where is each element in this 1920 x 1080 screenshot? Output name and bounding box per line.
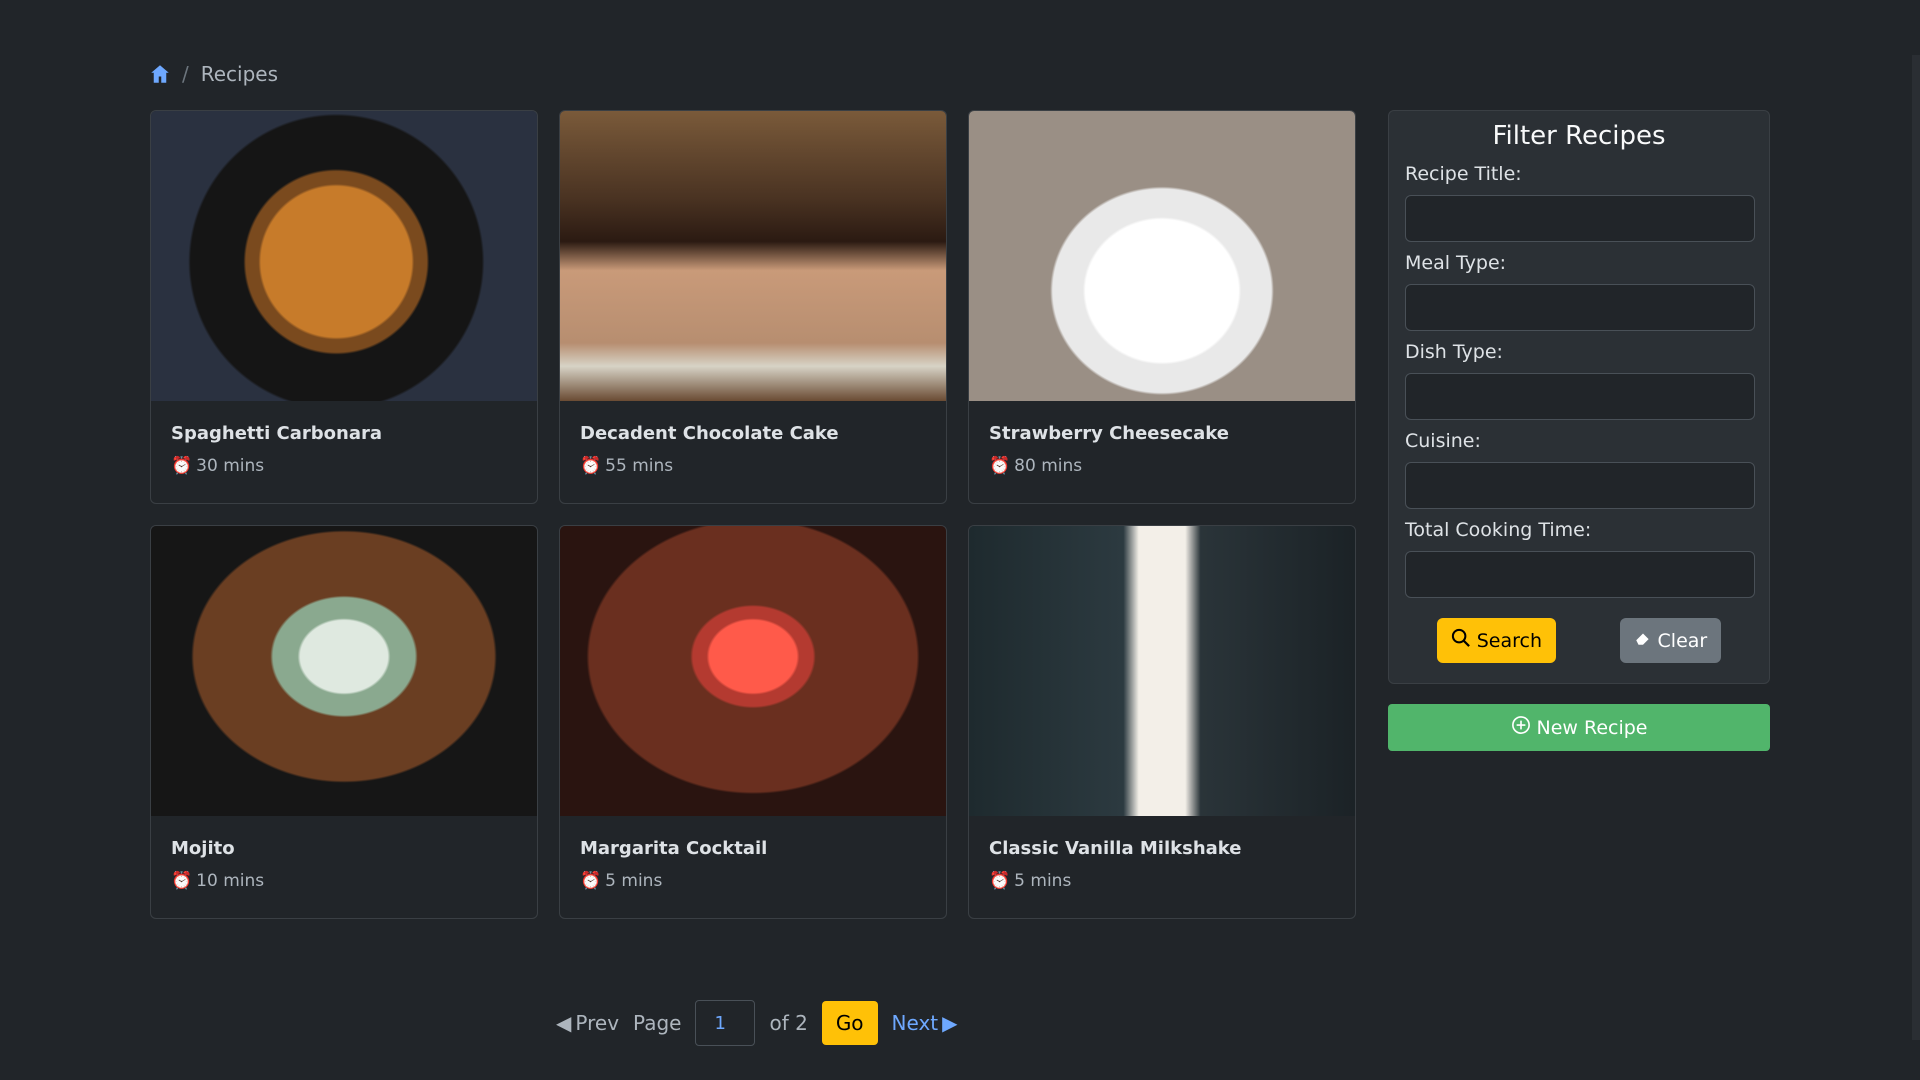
page-scrollbar[interactable] [1912,55,1920,1040]
page-label: Page [633,1011,682,1035]
next-button[interactable]: Next ▶ [892,1011,958,1035]
dish-type-input[interactable] [1405,373,1755,420]
new-recipe-button[interactable]: New Recipe [1388,704,1770,751]
page-number-input[interactable] [695,1000,756,1046]
recipe-image-spaghetti-carbonara [151,111,537,401]
recipe-title: Mojito [171,838,235,859]
page-count-label: of 2 [769,1011,808,1035]
recipe-grid: Spaghetti Carbonara ⏰ 30 mins Decadent C… [150,110,1359,919]
meal-type-label: Meal Type: [1405,252,1507,274]
alarm-clock-icon: ⏰ [171,871,193,891]
search-icon [1451,628,1471,653]
recipe-image-chocolate-cake [560,111,946,401]
cuisine-label: Cuisine: [1405,430,1481,452]
recipe-title: Strawberry Cheesecake [989,423,1229,444]
breadcrumb-separator: / [182,62,189,86]
filter-panel: Filter Recipes Recipe Title: Meal Type: … [1388,110,1770,684]
caret-right-icon: ▶ [942,1011,958,1035]
recipe-title-input[interactable] [1405,195,1755,242]
search-button-label: Search [1476,629,1543,652]
cuisine-input[interactable] [1405,462,1755,509]
eraser-icon [1634,629,1652,652]
recipe-time: ⏰ 5 mins [989,871,1335,891]
recipe-card[interactable]: Mojito ⏰ 10 mins [150,525,538,919]
recipe-card[interactable]: Strawberry Cheesecake ⏰ 80 mins [968,110,1356,504]
go-button[interactable]: Go [821,1001,878,1045]
recipe-image-vanilla-milkshake [969,526,1355,816]
recipe-time-value: 5 mins [1014,871,1072,891]
recipe-title: Decadent Chocolate Cake [580,423,839,444]
alarm-clock-icon: ⏰ [989,456,1011,476]
recipe-time-value: 10 mins [196,871,265,891]
breadcrumb: / Recipes [150,62,278,86]
alarm-clock-icon: ⏰ [580,456,602,476]
recipe-time: ⏰ 55 mins [580,456,926,476]
caret-left-icon: ◀ [556,1011,572,1035]
prev-button[interactable]: ◀ Prev [556,1011,619,1035]
filter-title: Filter Recipes [1492,121,1666,151]
recipe-title: Margarita Cocktail [580,838,768,859]
new-recipe-label: New Recipe [1536,716,1648,739]
breadcrumb-current: Recipes [200,62,279,86]
plus-circle-icon [1511,715,1531,740]
dish-type-label: Dish Type: [1405,341,1503,363]
alarm-clock-icon: ⏰ [171,456,193,476]
prev-label: Prev [575,1011,620,1035]
recipe-image-strawberry-cheesecake [969,111,1355,401]
recipe-card[interactable]: Margarita Cocktail ⏰ 5 mins [559,525,947,919]
recipe-card[interactable]: Decadent Chocolate Cake ⏰ 55 mins [559,110,947,504]
next-label: Next [891,1011,939,1035]
recipe-title: Classic Vanilla Milkshake [989,838,1242,859]
alarm-clock-icon: ⏰ [580,871,602,891]
recipe-card[interactable]: Classic Vanilla Milkshake ⏰ 5 mins [968,525,1356,919]
search-button[interactable]: Search [1436,618,1557,663]
recipe-time-value: 55 mins [605,456,674,476]
recipe-image-mojito [151,526,537,816]
clear-button[interactable]: Clear [1619,618,1722,663]
recipe-time: ⏰ 10 mins [171,871,517,891]
recipe-time: ⏰ 30 mins [171,456,517,476]
home-icon[interactable] [150,64,170,84]
total-cooking-time-input[interactable] [1405,551,1755,598]
recipe-image-margarita [560,526,946,816]
alarm-clock-icon: ⏰ [989,871,1011,891]
recipe-time: ⏰ 80 mins [989,456,1335,476]
clear-button-label: Clear [1657,629,1708,652]
total-cooking-time-label: Total Cooking Time: [1405,519,1592,541]
recipe-time-value: 5 mins [605,871,663,891]
meal-type-input[interactable] [1405,284,1755,331]
recipe-title: Spaghetti Carbonara [171,423,383,444]
pagination: ◀ Prev Page of 2 Go Next ▶ [556,1000,958,1046]
recipe-title-label: Recipe Title: [1405,163,1522,185]
recipe-time-value: 30 mins [196,456,265,476]
recipe-time: ⏰ 5 mins [580,871,926,891]
recipe-time-value: 80 mins [1014,456,1083,476]
filter-actions: Search Clear [1405,618,1753,663]
recipe-card[interactable]: Spaghetti Carbonara ⏰ 30 mins [150,110,538,504]
